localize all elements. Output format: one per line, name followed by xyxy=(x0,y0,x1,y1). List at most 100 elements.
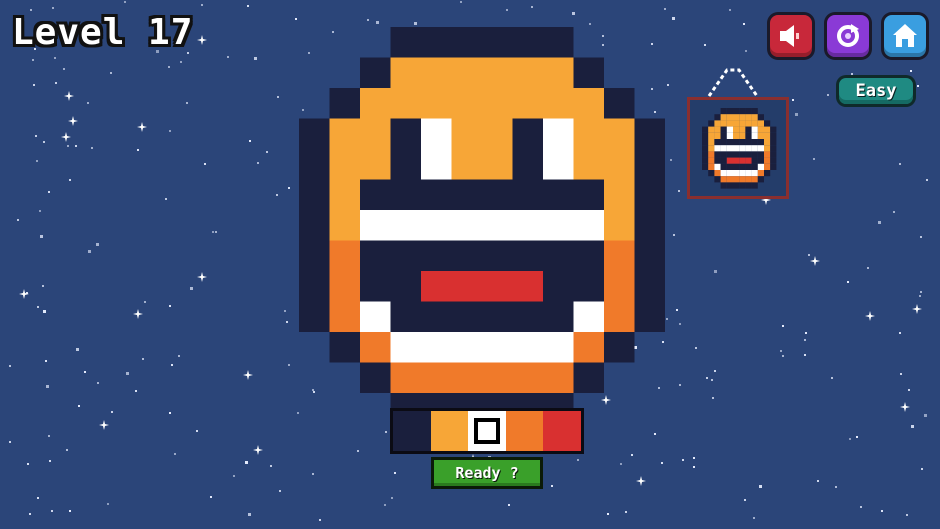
pixel-cell[interactable] xyxy=(421,210,452,241)
palette-swatch[interactable] xyxy=(505,411,544,451)
pixel-cell[interactable] xyxy=(573,240,605,272)
pixel-cell[interactable] xyxy=(390,57,422,89)
pixel-cell[interactable] xyxy=(482,210,513,241)
pixel-cell[interactable] xyxy=(543,301,574,333)
pixel-cell[interactable] xyxy=(451,88,483,119)
pixel-cell[interactable] xyxy=(390,118,422,150)
pixel-cell[interactable] xyxy=(512,210,544,241)
pixel-cell[interactable] xyxy=(482,271,513,302)
pixel-cell[interactable] xyxy=(421,149,452,180)
pixel-cell[interactable] xyxy=(512,118,544,150)
palette-swatch[interactable] xyxy=(393,411,431,451)
pixel-cell[interactable] xyxy=(329,301,361,333)
pixel-cell[interactable] xyxy=(390,240,422,272)
pixel-cell[interactable] xyxy=(421,240,452,272)
pixel-cell[interactable] xyxy=(329,179,361,211)
pixel-cell[interactable] xyxy=(360,210,391,241)
pixel-cell[interactable] xyxy=(482,332,513,363)
pixel-cell[interactable] xyxy=(451,362,483,394)
pixel-cell[interactable] xyxy=(573,118,605,150)
pixel-cell[interactable] xyxy=(360,301,391,333)
pixel-cell[interactable] xyxy=(604,118,635,150)
pixel-cell[interactable] xyxy=(543,149,574,180)
palette-swatch[interactable] xyxy=(468,411,506,451)
palette-swatch[interactable] xyxy=(543,411,581,451)
pixel-cell[interactable] xyxy=(390,149,422,180)
pixel-cell[interactable] xyxy=(482,362,513,394)
pixel-cell[interactable] xyxy=(573,57,605,89)
pixel-cell[interactable] xyxy=(390,88,422,119)
pixel-cell[interactable] xyxy=(573,271,605,302)
pixel-cell[interactable] xyxy=(482,179,513,211)
pixel-cell[interactable] xyxy=(329,332,361,363)
pixel-cell[interactable] xyxy=(451,179,483,211)
pixel-cell[interactable] xyxy=(451,57,483,89)
pixel-cell[interactable] xyxy=(482,301,513,333)
pixel-cell[interactable] xyxy=(329,210,361,241)
pixel-cell[interactable] xyxy=(451,118,483,150)
pixel-cell[interactable] xyxy=(573,210,605,241)
pixel-cell[interactable] xyxy=(604,210,635,241)
pixel-cell[interactable] xyxy=(512,149,544,180)
pixel-cell[interactable] xyxy=(543,210,574,241)
ready-button[interactable]: Ready ? xyxy=(431,457,543,489)
pixel-cell[interactable] xyxy=(512,301,544,333)
pixel-cell[interactable] xyxy=(299,271,330,302)
pixel-cell[interactable] xyxy=(512,332,544,363)
pixel-cell[interactable] xyxy=(451,332,483,363)
pixel-cell[interactable] xyxy=(390,27,422,58)
pixel-cell[interactable] xyxy=(451,240,483,272)
pixel-cell[interactable] xyxy=(512,271,544,302)
pixel-cell[interactable] xyxy=(482,240,513,272)
pixel-cell[interactable] xyxy=(634,149,666,180)
pixel-cell[interactable] xyxy=(299,118,330,150)
pixel-cell[interactable] xyxy=(299,149,330,180)
pixel-cell[interactable] xyxy=(360,271,391,302)
pixel-cell[interactable] xyxy=(390,362,422,394)
pixel-cell[interactable] xyxy=(451,301,483,333)
pixel-cell[interactable] xyxy=(482,88,513,119)
pixel-cell[interactable] xyxy=(482,149,513,180)
pixel-cell[interactable] xyxy=(299,240,330,272)
pixel-cell[interactable] xyxy=(421,118,452,150)
pixel-cell[interactable] xyxy=(329,118,361,150)
pixel-cell[interactable] xyxy=(512,88,544,119)
pixel-cell[interactable] xyxy=(360,57,391,89)
pixel-cell[interactable] xyxy=(299,179,330,211)
pixel-cell[interactable] xyxy=(482,57,513,89)
pixel-cell[interactable] xyxy=(451,210,483,241)
pixel-cell[interactable] xyxy=(421,57,452,89)
pixel-cell[interactable] xyxy=(573,301,605,333)
pixel-cell[interactable] xyxy=(451,27,483,58)
pixel-cell[interactable] xyxy=(329,240,361,272)
pixel-cell[interactable] xyxy=(299,210,330,241)
pixel-cell[interactable] xyxy=(634,179,666,211)
pixel-cell[interactable] xyxy=(634,240,666,272)
pixel-cell[interactable] xyxy=(604,88,635,119)
pixel-cell[interactable] xyxy=(543,179,574,211)
pixel-cell[interactable] xyxy=(543,271,574,302)
pixel-cell[interactable] xyxy=(360,240,391,272)
pixel-cell[interactable] xyxy=(634,118,666,150)
pixel-cell[interactable] xyxy=(360,179,391,211)
pixel-cell[interactable] xyxy=(573,149,605,180)
pixel-cell[interactable] xyxy=(390,301,422,333)
pixel-cell[interactable] xyxy=(360,332,391,363)
pixel-cell[interactable] xyxy=(421,27,452,58)
pixel-cell[interactable] xyxy=(543,27,574,58)
pixel-cell[interactable] xyxy=(421,179,452,211)
pixel-cell[interactable] xyxy=(543,332,574,363)
pixel-cell[interactable] xyxy=(604,149,635,180)
pixel-cell[interactable] xyxy=(451,149,483,180)
pixel-cell[interactable] xyxy=(543,240,574,272)
pixel-cell[interactable] xyxy=(329,271,361,302)
pixel-cell[interactable] xyxy=(604,301,635,333)
pixel-cell[interactable] xyxy=(543,88,574,119)
pixel-cell[interactable] xyxy=(634,301,666,333)
pixel-cell[interactable] xyxy=(482,27,513,58)
pixel-cell[interactable] xyxy=(634,210,666,241)
pixel-cell[interactable] xyxy=(543,57,574,89)
pixel-cell[interactable] xyxy=(421,362,452,394)
pixel-cell[interactable] xyxy=(512,57,544,89)
pixel-cell[interactable] xyxy=(543,362,574,394)
